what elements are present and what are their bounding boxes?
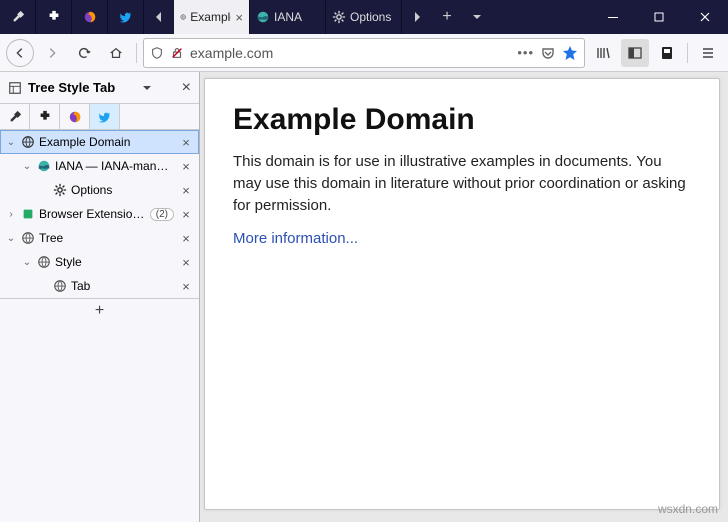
maximize-button[interactable] xyxy=(636,0,682,34)
tab-scroll-left[interactable] xyxy=(144,0,174,34)
pinned-tab-tools[interactable] xyxy=(0,0,36,34)
titlebar-drag xyxy=(492,0,590,34)
forward-button[interactable] xyxy=(38,39,66,67)
sidebar-dropdown-icon[interactable] xyxy=(142,83,152,93)
twisty-icon[interactable]: › xyxy=(5,209,17,220)
tree-item[interactable]: ⌄ Example Domain × xyxy=(0,130,199,154)
sidebar-pinned-row xyxy=(0,104,199,130)
count-badge: (2) xyxy=(150,208,174,221)
new-tree-tab-button[interactable]: + xyxy=(0,298,199,322)
tab-label: IANA xyxy=(274,10,302,24)
close-icon[interactable]: × xyxy=(178,135,194,150)
pinned-tools[interactable] xyxy=(0,104,30,129)
sidebar-title: Tree Style Tab xyxy=(28,80,136,95)
page-body: This domain is for use in illustrative e… xyxy=(233,151,691,216)
tab-example-domain[interactable]: Example Domain × xyxy=(174,0,250,34)
pinned-puzzle[interactable] xyxy=(30,104,60,129)
tab-label: Example Domain xyxy=(190,10,231,24)
tree-item-label: Style xyxy=(55,255,174,269)
tree-item[interactable]: ⌄ IANA — IANA-managed × xyxy=(0,154,199,178)
sidebar-header: Tree Style Tab × xyxy=(0,72,199,104)
favicon-icon xyxy=(37,255,51,269)
tree-item-label: Tree xyxy=(39,231,174,245)
library-icon[interactable] xyxy=(589,39,617,67)
window-controls xyxy=(590,0,728,34)
tab-options[interactable]: Options xyxy=(326,0,402,34)
tree: ⌄Example Domain×⌄IANA — IANA-managed×Opt… xyxy=(0,130,199,298)
page-actions-icon[interactable]: ••• xyxy=(517,45,534,60)
shield-icon[interactable] xyxy=(150,46,164,60)
new-tab-button[interactable]: + xyxy=(432,0,462,34)
tree-item[interactable]: ⌄ Style × xyxy=(0,250,199,274)
url-text[interactable]: example.com xyxy=(190,45,511,61)
tab-strip: Example Domain × IANA Options xyxy=(174,0,402,34)
close-icon[interactable]: × xyxy=(178,255,194,270)
home-button[interactable] xyxy=(102,39,130,67)
pinned-tab-twitter[interactable] xyxy=(108,0,144,34)
favicon-icon xyxy=(21,207,35,221)
url-bar[interactable]: example.com ••• xyxy=(143,38,585,68)
tree-item[interactable]: Tab × xyxy=(0,274,199,298)
close-icon[interactable]: × xyxy=(178,279,194,294)
close-icon[interactable]: × xyxy=(178,183,194,198)
tree-item-label: Browser Extensions - xyxy=(39,207,146,221)
twisty-icon[interactable]: ⌄ xyxy=(21,161,33,172)
tree-item-label: Options xyxy=(71,183,174,197)
pocket-icon[interactable] xyxy=(540,45,556,61)
bookmark-star-icon[interactable] xyxy=(562,45,578,61)
pinned-firefox[interactable] xyxy=(60,104,90,129)
tree-item-label: Tab xyxy=(71,279,174,293)
page-title: Example Domain xyxy=(233,103,691,137)
tab-label: Options xyxy=(350,10,391,24)
separator xyxy=(687,43,688,63)
tree-item[interactable]: Options × xyxy=(0,178,199,202)
close-icon[interactable]: × xyxy=(235,10,243,25)
tree-item[interactable]: ⌄ Tree × xyxy=(0,226,199,250)
reload-button[interactable] xyxy=(70,39,98,67)
page-content: Example Domain This domain is for use in… xyxy=(204,78,720,510)
pinned-twitter[interactable] xyxy=(90,104,120,129)
back-button[interactable] xyxy=(6,39,34,67)
twisty-icon[interactable]: ⌄ xyxy=(21,257,33,268)
pinned-tab-firefox[interactable] xyxy=(72,0,108,34)
favicon-icon xyxy=(37,159,51,173)
favicon-icon xyxy=(53,183,67,197)
watermark: wsxdn.com xyxy=(658,502,718,516)
sidebar: Tree Style Tab × ⌄ Example Domain × ⌄ IANA —… xyxy=(0,72,200,522)
sidebar-toggle-icon[interactable] xyxy=(621,39,649,67)
close-icon[interactable]: × xyxy=(178,207,194,222)
tree-item-label: IANA — IANA-managed xyxy=(55,159,174,173)
tree-item[interactable]: › Browser Extensions - (2) × xyxy=(0,202,199,226)
sidebar-close-icon[interactable]: × xyxy=(182,79,191,97)
separator xyxy=(136,43,137,63)
tab-iana[interactable]: IANA xyxy=(250,0,326,34)
minimize-button[interactable] xyxy=(590,0,636,34)
twisty-icon[interactable]: ⌄ xyxy=(5,137,17,148)
twisty-icon[interactable]: ⌄ xyxy=(5,233,17,244)
tst-icon xyxy=(8,81,22,95)
menu-button[interactable] xyxy=(694,39,722,67)
close-icon[interactable]: × xyxy=(178,231,194,246)
close-window-button[interactable] xyxy=(682,0,728,34)
pinned-tab-puzzle[interactable] xyxy=(36,0,72,34)
toolbar: example.com ••• xyxy=(0,34,728,72)
favicon-icon xyxy=(21,231,35,245)
save-page-icon[interactable] xyxy=(653,39,681,67)
titlebar: Example Domain × IANA Options + xyxy=(0,0,728,34)
more-info-link[interactable]: More information... xyxy=(233,230,358,247)
tab-scroll-right[interactable] xyxy=(402,0,432,34)
lock-icon[interactable] xyxy=(170,46,184,60)
close-icon[interactable]: × xyxy=(178,159,194,174)
favicon-icon xyxy=(21,135,35,149)
tree-item-label: Example Domain xyxy=(39,135,174,149)
tabs-dropdown[interactable] xyxy=(462,0,492,34)
favicon-icon xyxy=(53,279,67,293)
content-row: Tree Style Tab × ⌄ Example Domain × ⌄ IANA —… xyxy=(0,72,728,522)
